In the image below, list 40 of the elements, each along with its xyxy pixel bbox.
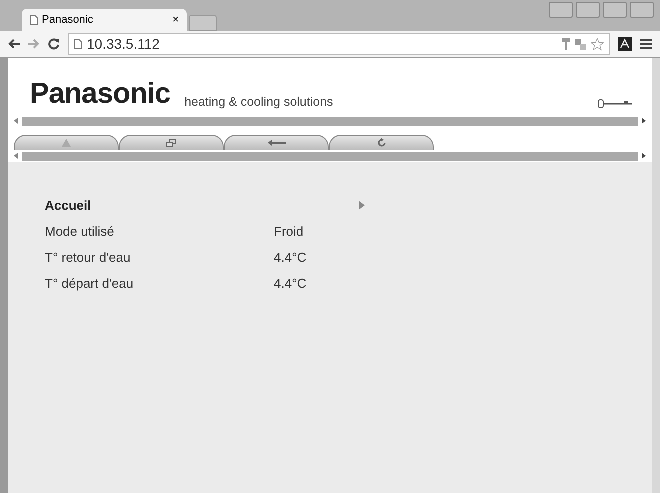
- row-value: 4.4°C: [274, 250, 307, 264]
- user-button[interactable]: [549, 2, 573, 18]
- minimize-button[interactable]: [576, 2, 600, 18]
- address-bar[interactable]: 10.33.5.112: [68, 33, 610, 55]
- scrollbar-thumb[interactable]: [22, 116, 638, 126]
- row-value: Froid: [274, 224, 304, 238]
- expand-arrow-icon[interactable]: [359, 200, 365, 210]
- close-window-button[interactable]: [630, 2, 654, 18]
- toolbar-button[interactable]: [14, 135, 119, 150]
- menu-icon[interactable]: [640, 38, 652, 50]
- windows-icon: [166, 138, 177, 148]
- row-label: T° départ d'eau: [45, 276, 135, 290]
- star-icon[interactable]: [591, 38, 604, 50]
- section-title: Accueil: [45, 198, 92, 212]
- tagline: heating & cooling solutions: [184, 95, 334, 109]
- toolbar-button[interactable]: [224, 135, 329, 150]
- pdf-icon[interactable]: [618, 37, 632, 51]
- refresh-icon: [376, 138, 386, 148]
- toolbar-button[interactable]: [329, 135, 434, 150]
- reload-icon[interactable]: [48, 38, 60, 50]
- scroll-left-icon[interactable]: [14, 153, 18, 159]
- scrollbar-thumb[interactable]: [22, 152, 638, 160]
- scroll-right-icon[interactable]: [642, 153, 646, 159]
- page-icon: [30, 15, 38, 25]
- toolbar-button[interactable]: [119, 135, 224, 150]
- brand-logo: Panasonic: [30, 80, 171, 109]
- forward-icon[interactable]: [28, 39, 40, 49]
- page-icon: [74, 39, 82, 49]
- close-button[interactable]: ×: [172, 14, 179, 26]
- row-label: Mode utilisé: [45, 224, 116, 238]
- back-icon[interactable]: [8, 39, 20, 49]
- row-label: T° retour d'eau: [45, 250, 132, 264]
- maximize-button[interactable]: [603, 2, 627, 18]
- warning-icon: [62, 139, 71, 147]
- scroll-left-icon[interactable]: [14, 118, 18, 124]
- back-arrow-icon: [268, 140, 286, 146]
- browser-tab[interactable]: Panasonic ×: [22, 9, 187, 31]
- scroll-right-icon[interactable]: [642, 118, 646, 124]
- row-value: 4.4°C: [274, 276, 307, 290]
- translate-icon[interactable]: [575, 38, 586, 50]
